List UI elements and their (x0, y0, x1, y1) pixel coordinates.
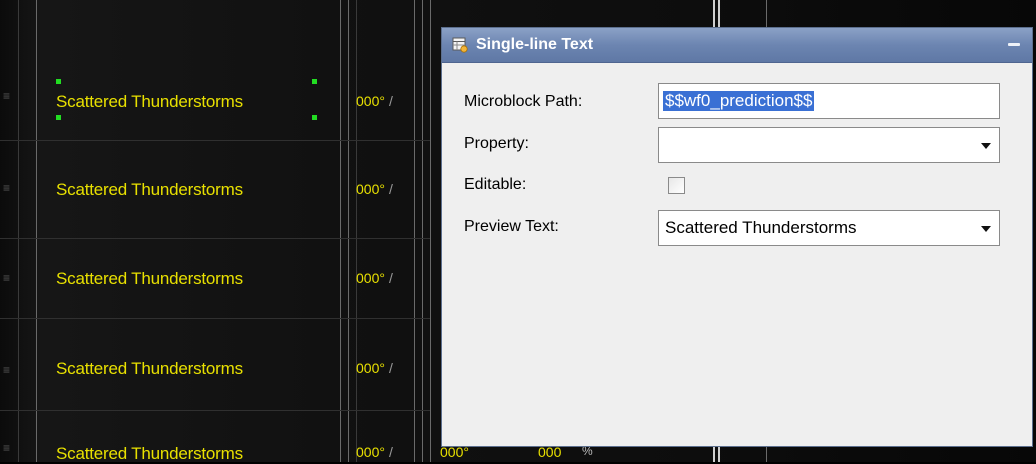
editable-checkbox[interactable] (668, 177, 685, 194)
chevron-down-icon[interactable] (981, 226, 991, 232)
grid-line (422, 0, 423, 462)
grid-line (36, 0, 37, 462)
degree-value: 000° (356, 444, 385, 460)
separator: / (388, 270, 393, 286)
degree-value: 000° (356, 93, 385, 109)
separator: / (388, 93, 393, 109)
microblock-path-value: $$wf0_prediction$$ (663, 91, 815, 111)
microblock-path-label: Microblock Path: (464, 93, 583, 110)
degree-value: 000° (356, 270, 385, 286)
single-line-text-panel[interactable]: Single-line Text Microblock Path: $$wf0_… (441, 27, 1033, 447)
property-dropdown[interactable] (658, 127, 1000, 163)
degree-value: 000° (356, 181, 385, 197)
separator: / (388, 444, 393, 460)
wind-direction-cell[interactable]: 000° / (356, 93, 393, 109)
edge-tick: ≡ (3, 271, 11, 285)
panel-title: Single-line Text (476, 36, 594, 53)
preview-text-dropdown[interactable]: Scattered Thunderstorms (658, 210, 1000, 246)
wind-direction-cell[interactable]: 000° / (356, 444, 393, 460)
edge-tick: ≡ (3, 181, 11, 195)
degree-value: 000° (356, 360, 385, 376)
grid-line (430, 0, 431, 462)
forecast-text-cell[interactable]: Scattered Thunderstorms (56, 180, 243, 200)
forecast-text-cell[interactable]: Scattered Thunderstorms (56, 444, 243, 464)
edge-tick: ≡ (3, 363, 11, 377)
wind-direction-cell[interactable]: 000° / (356, 181, 393, 197)
selection-handle[interactable] (312, 115, 317, 120)
separator: / (388, 360, 393, 376)
selection-handle[interactable] (56, 79, 61, 84)
grid-line (0, 140, 430, 141)
forecast-text-cell[interactable]: Scattered Thunderstorms (56, 92, 243, 112)
edge-tick: ≡ (3, 89, 11, 103)
separator: / (388, 181, 393, 197)
grid-line (348, 0, 349, 462)
grid-line (340, 0, 341, 462)
selection-handle[interactable] (312, 79, 317, 84)
panel-titlebar[interactable]: Single-line Text (442, 28, 1032, 63)
forecast-text-cell[interactable]: Scattered Thunderstorms (56, 269, 243, 289)
grid-line (0, 238, 430, 239)
edge-tick: ≡ (3, 441, 11, 455)
wind-direction-cell[interactable]: 000° / (356, 270, 393, 286)
grid-line (0, 318, 430, 319)
grid-line (414, 0, 415, 462)
preview-text-value: Scattered Thunderstorms (665, 218, 857, 237)
minimize-icon[interactable] (1008, 43, 1020, 46)
grid-line (18, 0, 19, 462)
wind-direction-cell[interactable]: 000° / (356, 360, 393, 376)
grid-line (356, 0, 357, 462)
property-label: Property: (464, 135, 529, 152)
forecast-text-cell[interactable]: Scattered Thunderstorms (56, 359, 243, 379)
microblock-path-input[interactable]: $$wf0_prediction$$ (658, 83, 1000, 119)
chevron-down-icon[interactable] (981, 143, 991, 149)
table-icon (452, 37, 468, 53)
grid-line (0, 410, 430, 411)
selection-handle[interactable] (56, 115, 61, 120)
editable-label: Editable: (464, 176, 527, 193)
preview-text-label: Preview Text: (464, 218, 559, 235)
